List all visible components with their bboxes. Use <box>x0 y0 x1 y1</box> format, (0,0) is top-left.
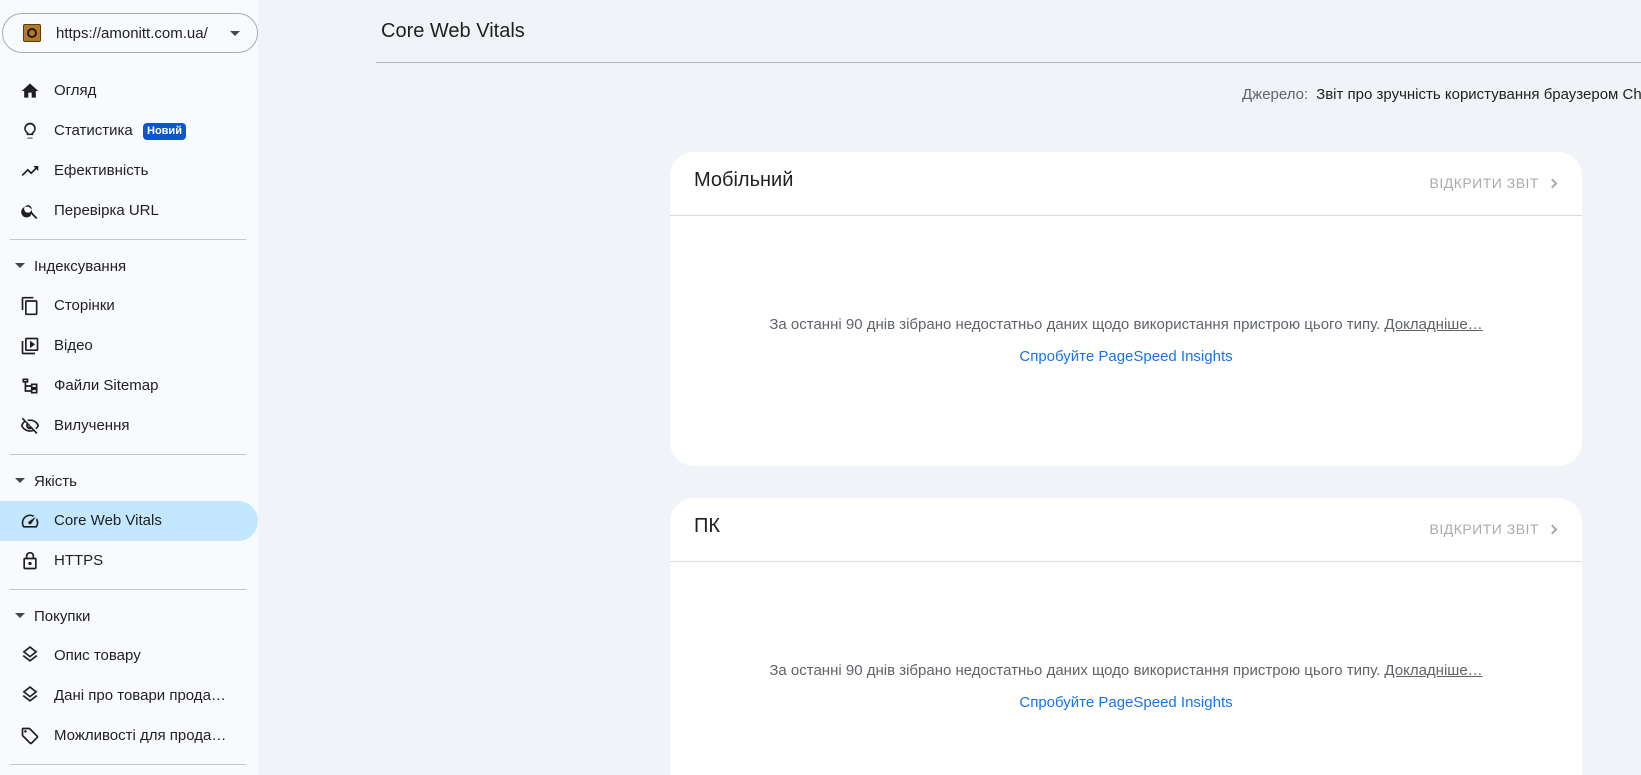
card-title: Мобільний <box>694 169 794 191</box>
nav-item-shopping-tab[interactable]: Можливості для прода… <box>0 716 258 756</box>
nav-item-https[interactable]: HTTPS <box>0 541 258 581</box>
divider <box>10 239 246 240</box>
caret-down-icon <box>15 478 25 483</box>
open-report-button[interactable]: ВІДКРИТИ ЗВІТ <box>1429 521 1558 537</box>
nav-item-removals[interactable]: Вилучення <box>0 406 258 446</box>
sidebar: https://amonitt.com.ua/ Огляд Статистика… <box>0 0 258 775</box>
layers-icon <box>22 686 38 702</box>
pagespeed-link[interactable]: Спробуйте PageSpeed Insights <box>670 694 1582 711</box>
open-report-label: ВІДКРИТИ ЗВІТ <box>1429 175 1539 191</box>
divider <box>10 454 246 455</box>
card-header: ПК ВІДКРИТИ ЗВІТ <box>670 498 1582 562</box>
nav-label: Core Web Vitals <box>54 512 162 529</box>
nav-item-pages[interactable]: Сторінки <box>0 286 258 326</box>
message-text: За останні 90 днів зібрано недостатньо д… <box>769 316 1381 333</box>
section-quality[interactable]: Якість <box>0 466 258 496</box>
mobile-card: Мобільний ВІДКРИТИ ЗВІТ За останні 90 дн… <box>670 152 1582 466</box>
nav-item-performance[interactable]: Ефективність <box>0 151 258 191</box>
source-label: Джерело: <box>1242 86 1309 103</box>
message-text: За останні 90 днів зібрано недостатньо д… <box>769 662 1381 679</box>
nav-item-insights[interactable]: Статистика <box>0 111 258 151</box>
source-value: Звіт про зручність користування браузеро… <box>1316 86 1641 103</box>
section-label: Якість <box>34 473 77 490</box>
learn-more-link[interactable]: Докладніше… <box>1384 662 1482 679</box>
tag-icon <box>21 727 39 745</box>
section-shopping[interactable]: Покупки <box>0 601 258 631</box>
pages-icon <box>21 296 38 316</box>
nav-item-url-inspection[interactable]: Перевірка URL <box>0 191 258 231</box>
nav-label: Можливості для прода… <box>54 727 227 744</box>
nav-label: Вилучення <box>54 417 130 434</box>
section-label: Індексування <box>34 258 127 275</box>
nav-item-merchant-listings[interactable]: Дані про товари прода… <box>0 676 258 716</box>
lightbulb-icon <box>24 122 36 139</box>
eye-off-icon <box>20 417 40 434</box>
dropdown-arrow-icon <box>230 31 240 36</box>
divider <box>10 764 246 765</box>
no-data-message: За останні 90 днів зібрано недостатньо д… <box>670 662 1582 679</box>
sitemap-icon <box>22 378 38 394</box>
nav-item-video[interactable]: Відео <box>0 326 258 366</box>
data-source: Джерело: Звіт про зручність користування … <box>1242 86 1641 103</box>
nav-label: Статистика <box>54 122 133 139</box>
card-header: Мобільний ВІДКРИТИ ЗВІТ <box>670 152 1582 216</box>
nav-label: Сторінки <box>54 297 115 314</box>
divider <box>10 589 246 590</box>
lock-icon <box>23 551 37 570</box>
search-icon <box>21 205 38 219</box>
nav-label: Опис товару <box>54 647 141 664</box>
page-title: Core Web Vitals <box>381 20 525 42</box>
nav-label: Відео <box>54 337 93 354</box>
nav-label: Перевірка URL <box>54 202 159 219</box>
new-badge: Новий <box>143 123 186 140</box>
no-data-message: За останні 90 днів зібрано недостатньо д… <box>670 316 1582 333</box>
property-selector[interactable]: https://amonitt.com.ua/ <box>2 13 258 53</box>
nav-item-overview[interactable]: Огляд <box>0 71 258 111</box>
nav-label: Ефективність <box>54 162 149 179</box>
nav-item-product-snippets[interactable]: Опис товару <box>0 636 258 676</box>
chevron-right-icon <box>1547 524 1558 534</box>
nav-label: Огляд <box>54 82 97 99</box>
speedometer-icon <box>21 514 39 528</box>
open-report-button[interactable]: ВІДКРИТИ ЗВІТ <box>1429 175 1558 191</box>
trending-up-icon <box>21 166 39 176</box>
layers-icon <box>22 646 38 662</box>
nav-item-sitemaps[interactable]: Файли Sitemap <box>0 366 258 406</box>
caret-down-icon <box>15 613 25 618</box>
site-favicon-icon <box>23 24 41 42</box>
caret-down-icon <box>15 263 25 268</box>
divider <box>376 62 1641 63</box>
section-indexing[interactable]: Індексування <box>0 251 258 281</box>
pagespeed-link[interactable]: Спробуйте PageSpeed Insights <box>670 348 1582 365</box>
nav-item-core-web-vitals[interactable]: Core Web Vitals <box>0 501 258 541</box>
section-label: Покупки <box>34 608 91 625</box>
nav-label: Файли Sitemap <box>54 377 159 394</box>
video-icon <box>21 337 39 355</box>
nav-label: Дані про товари прода… <box>54 687 226 704</box>
open-report-label: ВІДКРИТИ ЗВІТ <box>1429 521 1539 537</box>
learn-more-link[interactable]: Докладніше… <box>1384 316 1482 333</box>
nav-label: HTTPS <box>54 552 104 569</box>
chevron-right-icon <box>1547 178 1558 188</box>
home-icon <box>21 83 39 98</box>
card-title: ПК <box>694 515 721 537</box>
property-url: https://amonitt.com.ua/ <box>56 25 208 42</box>
desktop-card: ПК ВІДКРИТИ ЗВІТ За останні 90 днів зібр… <box>670 498 1582 775</box>
